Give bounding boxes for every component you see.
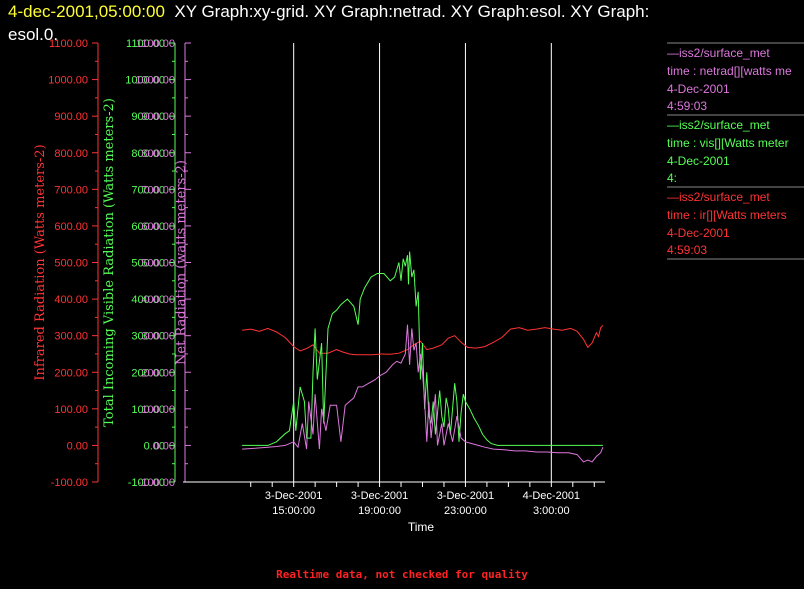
- ir-tick-label-11: 1000.00: [48, 75, 88, 87]
- net-tick-label-1: 0.00: [154, 440, 175, 452]
- ir-tick-label-4: 300.00: [54, 331, 88, 343]
- legend-time-0: 4:59:03: [667, 99, 707, 113]
- legend-source-1: —iss2/surface_met: [667, 118, 770, 132]
- net-tick-label-11: 1000.00: [135, 75, 175, 87]
- legend-source-2: —iss2/surface_met: [667, 190, 770, 204]
- ir-tick-label-9: 800.00: [54, 148, 88, 160]
- vis-axis-label: Total Incoming Visible Radiation (Watts …: [102, 98, 117, 427]
- net-tick-label-6: 500.00: [141, 258, 175, 270]
- ir-tick-label-2: 100.00: [54, 404, 88, 416]
- legend-date-1: 4-Dec-2001: [667, 154, 730, 168]
- net-tick-label-0: -100.00: [138, 477, 175, 489]
- legend-time-1: 4:: [667, 171, 677, 185]
- net-tick-label-7: 600.00: [141, 221, 175, 233]
- net-tick-label-9: 800.00: [141, 148, 175, 160]
- net-tick-label-8: 700.00: [141, 184, 175, 196]
- x-tick-label-time-0: 15:00:00: [272, 505, 315, 517]
- net-tick-label-5: 400.00: [141, 294, 175, 306]
- ir-tick-label-5: 400.00: [54, 294, 88, 306]
- net-tick-label-3: 200.00: [141, 367, 175, 379]
- x-tick-label-date-2: 3-Dec-2001: [437, 490, 494, 502]
- x-axis-label: Time: [408, 520, 435, 534]
- legend-source-0: —iss2/surface_met: [667, 46, 770, 60]
- net-tick-label-4: 300.00: [141, 331, 175, 343]
- legend-time-2: 4:59:03: [667, 243, 707, 257]
- legend-variable-0: time : netrad[][watts me: [667, 64, 792, 78]
- legend-date-2: 4-Dec-2001: [667, 226, 730, 240]
- ir-tick-label-12: 1100.00: [49, 38, 88, 50]
- xy-graph: -100.00 0.00 100.00 200.00 300.00 400.00 500.0…: [33, 38, 804, 534]
- ir-tick-label-1: 0.00: [67, 440, 88, 452]
- x-tick-label-date-0: 3-Dec-2001: [265, 490, 322, 502]
- x-tick-label-time-3: 3:00:00: [533, 505, 570, 517]
- quality-footer: Realtime data, not checked for quality: [276, 568, 528, 581]
- x-tick-label-time-2: 23:00:00: [444, 505, 487, 517]
- legend-variable-1: time : vis[][Watts meter: [667, 136, 789, 150]
- ir-tick-label-8: 700.00: [54, 184, 88, 196]
- net-tick-label-10: 900.00: [141, 111, 175, 123]
- x-tick-label-date-1: 3-Dec-2001: [351, 490, 408, 502]
- ir-tick-label-0: -100.00: [51, 477, 88, 489]
- legend-date-0: 4-Dec-2001: [667, 82, 730, 96]
- ir-tick-label-6: 500.00: [54, 258, 88, 270]
- net-axis-label: Net Radiation (watts meters-2): [174, 160, 189, 365]
- net-tick-label-2: 100.00: [141, 404, 175, 416]
- ir-tick-label-7: 600.00: [54, 221, 88, 233]
- legend-variable-2: time : ir[][Watts meters: [667, 208, 787, 222]
- ir-tick-label-10: 900.00: [54, 111, 88, 123]
- ir-tick-label-3: 200.00: [54, 367, 88, 379]
- net-tick-label-12: 1100.00: [136, 38, 175, 50]
- x-tick-label-date-3: 4-Dec-2001: [523, 490, 580, 502]
- x-tick-label-time-1: 19:00:00: [358, 505, 401, 517]
- ir-axis-label: Infrared Radiation (Watts meters-2): [33, 144, 48, 380]
